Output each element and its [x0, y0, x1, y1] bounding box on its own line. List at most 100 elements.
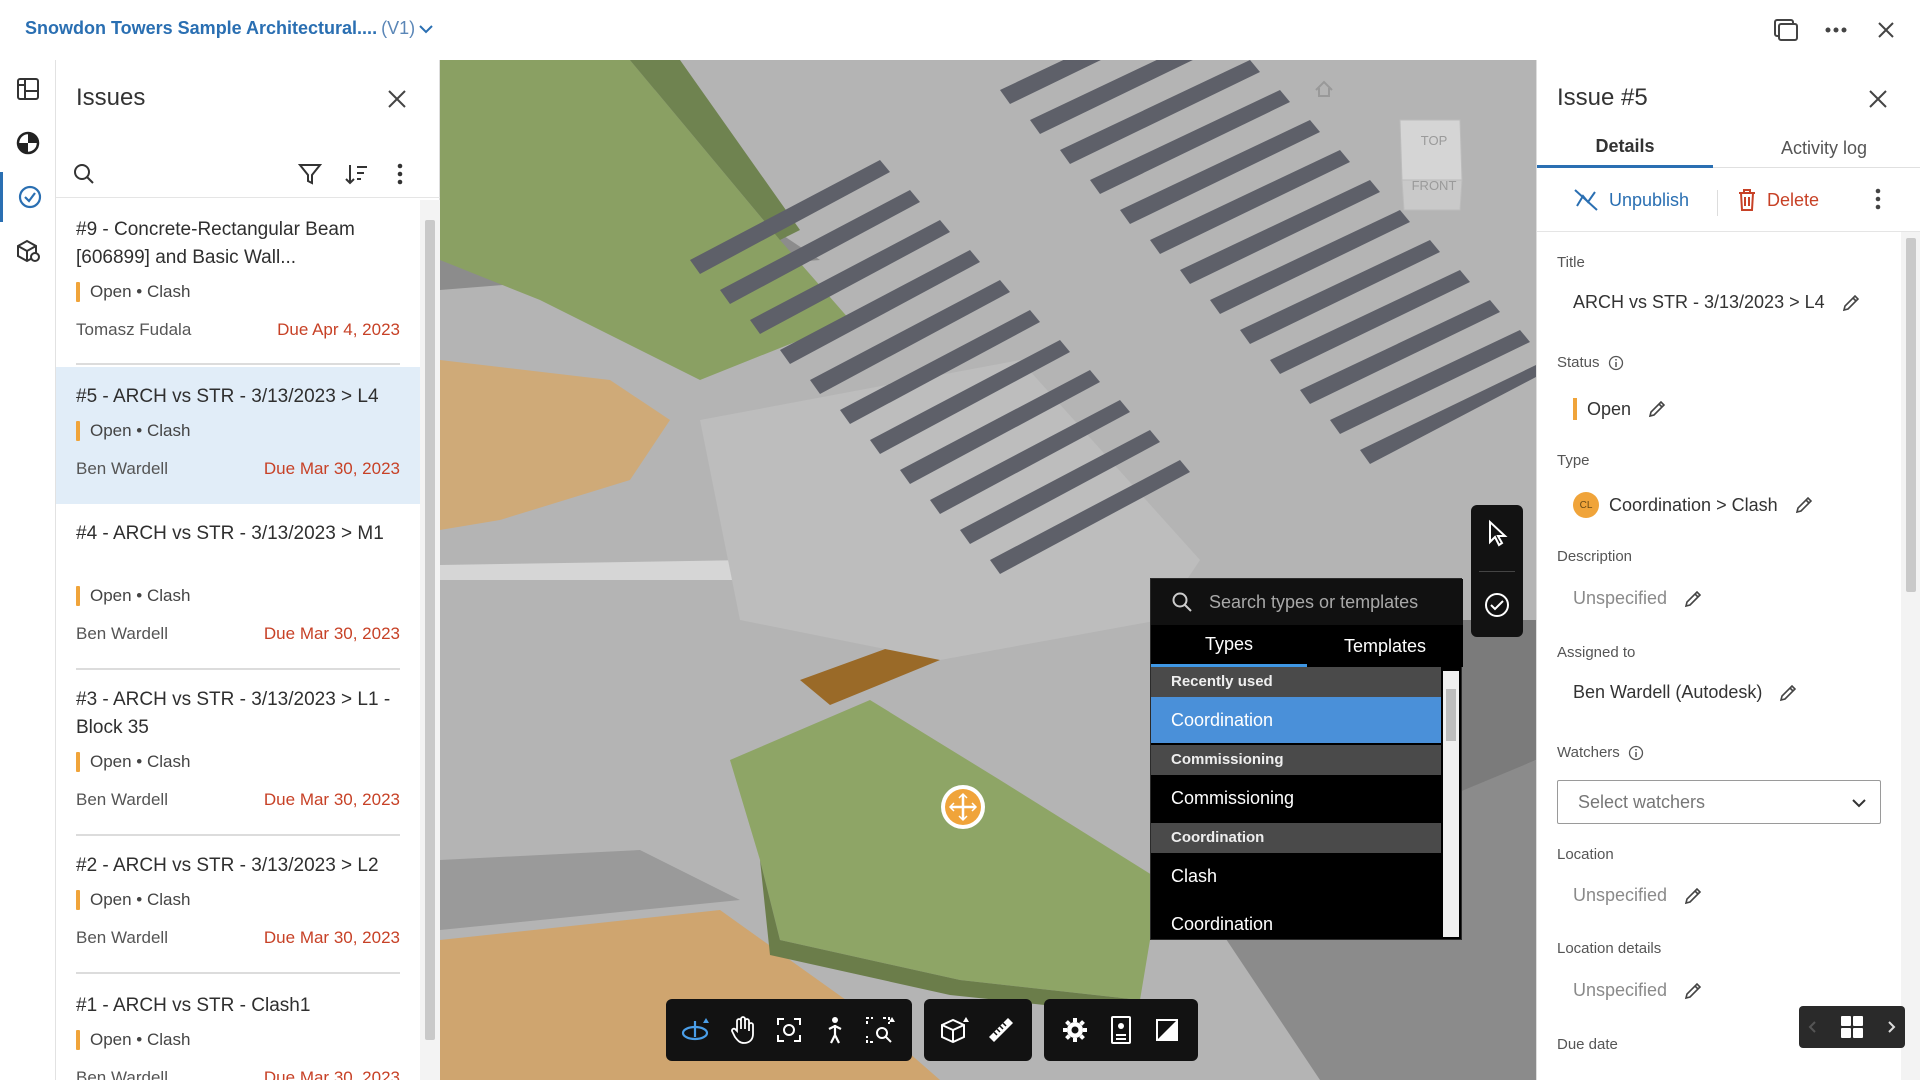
issue-title[interactable]: #2 - ARCH vs STR - 3/13/2023 > L2 — [76, 852, 406, 880]
more-vertical-icon[interactable] — [1875, 188, 1881, 210]
close-icon[interactable] — [1865, 86, 1891, 112]
status-field[interactable]: Open — [1573, 398, 1667, 420]
list-item[interactable]: #1 - ARCH vs STR - Clash1 Open • Clash B… — [56, 976, 420, 1080]
properties-icon[interactable] — [1098, 1007, 1144, 1053]
location-field[interactable]: Unspecified — [1573, 885, 1703, 906]
location-details-value[interactable]: Unspecified — [1573, 980, 1667, 1001]
description-field[interactable]: Unspecified — [1573, 588, 1703, 609]
tab-templates[interactable]: Templates — [1307, 625, 1463, 667]
pointer-icon[interactable] — [1479, 515, 1515, 551]
list-item[interactable]: #5 - ARCH vs STR - 3/13/2023 > L4 Open •… — [56, 367, 420, 504]
fullscreen-icon[interactable] — [1144, 1007, 1190, 1053]
type-field[interactable]: CL Coordination > Clash — [1573, 492, 1814, 518]
first-person-icon[interactable] — [812, 1007, 858, 1053]
issue-title[interactable]: #9 - Concrete-Rectangular Beam [606899] … — [76, 216, 406, 272]
unpublish-button[interactable]: Unpublish — [1573, 188, 1689, 212]
delete-button[interactable]: Delete — [1737, 188, 1819, 212]
edit-icon[interactable] — [1841, 293, 1861, 313]
more-options-icon[interactable] — [1822, 16, 1850, 44]
watchers-placeholder: Select watchers — [1578, 792, 1706, 812]
type-list-scrollbar[interactable] — [1443, 671, 1459, 937]
assigned-field[interactable]: Ben Wardell (Autodesk) — [1573, 682, 1798, 703]
chevron-right-icon[interactable] — [1887, 1020, 1897, 1034]
settings-icon[interactable] — [1052, 1007, 1098, 1053]
issue-assignee: Ben Wardell — [76, 459, 168, 478]
status-value[interactable]: Open — [1587, 399, 1631, 420]
create-issue-icon[interactable] — [1479, 587, 1515, 623]
issues-panel: Issues #9 - Concrete-Rectangular Beam [6… — [56, 60, 440, 1080]
scrollbar-thumb[interactable] — [425, 220, 435, 1040]
info-icon[interactable] — [1608, 355, 1624, 371]
chevron-down-icon[interactable] — [417, 20, 435, 38]
list-item[interactable]: #3 - ARCH vs STR - 3/13/2023 > L1 - Bloc… — [56, 670, 420, 830]
issue-title[interactable]: #1 - ARCH vs STR - Clash1 — [76, 992, 406, 1020]
issue-due-date: Due Mar 30, 2023 — [263, 1068, 400, 1080]
viewcube-front-label[interactable]: FRONT — [1412, 178, 1457, 193]
pivot-marker-icon[interactable] — [941, 785, 985, 829]
model-properties-icon[interactable] — [0, 226, 56, 276]
type-value[interactable]: Coordination > Clash — [1609, 495, 1778, 516]
list-item[interactable]: #4 - ARCH vs STR - 3/13/2023 > M1 Open •… — [56, 504, 420, 664]
location-details-field[interactable]: Unspecified — [1573, 980, 1703, 1001]
list-item[interactable]: #9 - Concrete-Rectangular Beam [606899] … — [56, 200, 420, 340]
model-version[interactable]: (V1) — [381, 18, 415, 38]
edit-icon[interactable] — [1683, 981, 1703, 1001]
pan-icon[interactable] — [720, 1007, 766, 1053]
watchers-select[interactable]: Select watchers — [1557, 780, 1881, 824]
description-value[interactable]: Unspecified — [1573, 588, 1667, 609]
location-label-text: Location — [1557, 846, 1614, 863]
tab-activity-log[interactable]: Activity log — [1727, 128, 1920, 168]
scrollbar-thumb[interactable] — [1906, 238, 1916, 592]
sort-icon[interactable] — [342, 160, 370, 188]
edit-icon[interactable] — [1683, 589, 1703, 609]
edit-icon[interactable] — [1647, 399, 1667, 419]
close-icon[interactable] — [384, 86, 410, 112]
grid-icon[interactable] — [1839, 1014, 1865, 1040]
title-field[interactable]: ARCH vs STR - 3/13/2023 > L4 — [1573, 292, 1861, 313]
type-search-input[interactable] — [1209, 589, 1449, 615]
orbit-icon[interactable] — [674, 1007, 720, 1053]
zoom-window-icon[interactable] — [858, 1007, 904, 1053]
model-name[interactable]: Snowdon Towers Sample Architectural.... — [25, 18, 377, 38]
tab-details[interactable]: Details — [1537, 128, 1713, 168]
type-option[interactable]: Commissioning — [1151, 775, 1441, 821]
chevron-left-icon[interactable] — [1807, 1020, 1817, 1034]
viewcube-top-label[interactable]: TOP — [1421, 133, 1448, 148]
title-value[interactable]: ARCH vs STR - 3/13/2023 > L4 — [1573, 292, 1825, 313]
fit-to-view-icon[interactable] — [766, 1007, 812, 1053]
issues-icon[interactable] — [0, 172, 56, 222]
type-option[interactable]: Coordination — [1151, 697, 1441, 743]
edit-icon[interactable] — [1683, 886, 1703, 906]
scrollbar-thumb[interactable] — [1446, 689, 1456, 741]
type-option[interactable]: Clash — [1151, 853, 1441, 899]
due-date-label: Due date — [1557, 1036, 1618, 1053]
close-icon[interactable] — [1872, 16, 1900, 44]
assigned-value[interactable]: Ben Wardell (Autodesk) — [1573, 682, 1762, 703]
top-bar: Snowdon Towers Sample Architectural....(… — [0, 0, 1920, 60]
compare-versions-icon[interactable] — [1772, 16, 1800, 44]
issue-assignee: Ben Wardell — [76, 928, 168, 947]
info-icon[interactable] — [1628, 745, 1644, 761]
search-icon[interactable] — [70, 160, 98, 188]
model-title[interactable]: Snowdon Towers Sample Architectural....(… — [25, 18, 415, 39]
more-vertical-icon[interactable] — [386, 160, 414, 188]
panel-switcher[interactable] — [1799, 1006, 1905, 1048]
filter-icon[interactable] — [296, 160, 324, 188]
type-option[interactable]: Coordination — [1151, 901, 1441, 941]
tab-types[interactable]: Types — [1151, 625, 1307, 667]
model-browser-icon[interactable] — [0, 118, 56, 168]
issue-title[interactable]: #5 - ARCH vs STR - 3/13/2023 > L4 — [76, 383, 406, 411]
type-label: Type — [1557, 452, 1590, 469]
edit-icon[interactable] — [1778, 683, 1798, 703]
detail-scrollbar[interactable] — [1901, 232, 1920, 1080]
list-item[interactable]: #2 - ARCH vs STR - 3/13/2023 > L2 Open •… — [56, 836, 420, 976]
issue-title[interactable]: #4 - ARCH vs STR - 3/13/2023 > M1 — [76, 520, 406, 548]
measure-icon[interactable] — [978, 1007, 1024, 1053]
edit-icon[interactable] — [1794, 495, 1814, 515]
location-value[interactable]: Unspecified — [1573, 885, 1667, 906]
issue-list-scrollbar[interactable] — [420, 200, 440, 1080]
chevron-down-icon — [1852, 799, 1866, 808]
sheets-icon[interactable] — [0, 64, 56, 114]
section-analysis-icon[interactable] — [932, 1007, 978, 1053]
issue-title[interactable]: #3 - ARCH vs STR - 3/13/2023 > L1 - Bloc… — [76, 686, 406, 742]
